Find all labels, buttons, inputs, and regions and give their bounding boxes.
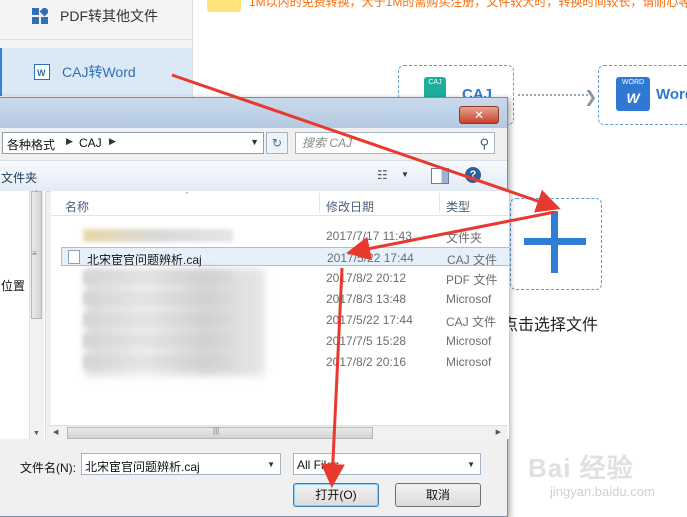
target-format-label: Word bbox=[656, 86, 687, 103]
column-divider[interactable] bbox=[439, 193, 440, 213]
open-button[interactable]: 打开(O) bbox=[293, 483, 379, 507]
chevron-down-icon[interactable]: ▼ bbox=[401, 170, 409, 179]
view-options-icon[interactable]: ☷ bbox=[377, 168, 388, 182]
search-box[interactable]: ⚲ bbox=[295, 132, 495, 154]
breadcrumb-separator-icon[interactable]: ▶ bbox=[109, 136, 116, 147]
file-type: Microsof bbox=[446, 292, 492, 306]
baidu-watermark: Bai 经验 jingyan.baidu.com bbox=[528, 448, 678, 506]
file-date: 2017/8/3 13:48 bbox=[326, 292, 407, 306]
sidebar-item-pdf-convert[interactable]: PDF转其他文件 bbox=[0, 0, 192, 40]
caj-badge-text: CAJ bbox=[428, 79, 442, 86]
flow-connector bbox=[518, 94, 588, 96]
chevron-down-icon[interactable]: ▼ bbox=[267, 460, 275, 469]
notice-text: 1M以内的免费转换，大于1M的需购买注册，文件较大时，转换时间较长，请耐心等 bbox=[249, 0, 687, 9]
close-button[interactable]: ✕ bbox=[459, 106, 499, 124]
document-icon bbox=[68, 250, 80, 264]
file-type: 文件夹 bbox=[446, 231, 483, 245]
file-date: 2017/8/2 20:12 bbox=[326, 271, 407, 285]
scroll-left-icon[interactable]: ◀ bbox=[53, 428, 58, 436]
add-file-label[interactable]: 点击选择文件 bbox=[502, 311, 598, 335]
refresh-button[interactable]: ↻ bbox=[266, 132, 288, 154]
dialog-titlebar[interactable]: ✕ bbox=[0, 98, 507, 128]
file-date: 2017/5/22 17:44 bbox=[326, 313, 413, 327]
word-file-icon: WORD W bbox=[616, 77, 650, 111]
search-input[interactable] bbox=[302, 135, 462, 151]
column-header-date[interactable]: 修改日期 bbox=[326, 198, 374, 215]
column-header-type[interactable]: 类型 bbox=[446, 198, 470, 215]
column-header-row: ⌃ 名称 修改日期 类型 bbox=[51, 191, 509, 216]
nav-vertical-scrollbar[interactable]: ▲ ≡ ▼ bbox=[29, 189, 44, 439]
word-badge-letter: W bbox=[626, 90, 640, 106]
app-sidebar: PDF转其他文件 W CAJ转Word bbox=[0, 0, 193, 100]
word-doc-icon: W bbox=[34, 64, 50, 80]
blurred-file-names bbox=[85, 268, 265, 376]
file-type-select[interactable]: All Files ▼ bbox=[293, 453, 481, 475]
address-bar[interactable]: 各种格式 ▶ CAJ ▶ ▼ bbox=[2, 132, 264, 154]
watermark-main: Bai 经验 bbox=[528, 453, 634, 483]
sidebar-item-label: CAJ转Word bbox=[62, 64, 136, 80]
file-type: Microsof bbox=[446, 334, 492, 348]
mascot-icon bbox=[207, 0, 241, 12]
file-date: 2017/7/17 11:43 bbox=[326, 229, 412, 243]
scroll-down-icon[interactable]: ▼ bbox=[33, 430, 40, 437]
watermark-sub: jingyan.baidu.com bbox=[550, 484, 655, 499]
scroll-grip-icon: ||| bbox=[213, 426, 220, 435]
search-icon[interactable]: ⚲ bbox=[479, 136, 489, 152]
filename-value[interactable]: 北宋宦官问题辨析.caj bbox=[85, 458, 200, 475]
svg-text:W: W bbox=[37, 68, 46, 78]
filename-field[interactable]: 北宋宦官问题辨析.caj ▼ bbox=[81, 453, 281, 475]
file-type-value[interactable]: All Files bbox=[297, 458, 339, 472]
file-row[interactable]: 2017/7/17 11:43 文件夹 bbox=[61, 226, 509, 245]
file-row-selected[interactable]: 北宋宦官问题辨析.caj 2017/5/22 17:44 CAJ 文件 bbox=[61, 247, 509, 267]
dialog-toolbar: 文件夹 ☷ ▼ ? bbox=[0, 160, 507, 192]
breadcrumb-item[interactable]: 各种格式 bbox=[7, 136, 55, 153]
file-list-horizontal-scrollbar[interactable]: ◀ ||| ▶ bbox=[47, 425, 507, 440]
file-type: CAJ 文件 bbox=[446, 315, 497, 329]
file-type: PDF 文件 bbox=[446, 273, 498, 287]
chevron-down-icon[interactable]: ▼ bbox=[250, 137, 259, 147]
cancel-button[interactable]: 取消 bbox=[395, 483, 481, 507]
plus-icon bbox=[524, 238, 586, 245]
sidebar-item-label: PDF转其他文件 bbox=[60, 7, 158, 24]
scroll-right-icon[interactable]: ▶ bbox=[496, 428, 501, 436]
breadcrumb-separator-icon[interactable]: ▶ bbox=[66, 136, 73, 147]
nav-item-location[interactable]: 位置 bbox=[1, 277, 25, 294]
file-type: CAJ 文件 bbox=[447, 253, 498, 267]
file-type: Microsof bbox=[446, 355, 492, 369]
blurred-file-name bbox=[83, 229, 233, 242]
help-icon[interactable]: ? bbox=[465, 167, 481, 183]
file-date: 2017/5/22 17:44 bbox=[327, 251, 414, 265]
filename-label: 文件名(N): bbox=[20, 461, 76, 475]
scrollbar-thumb[interactable] bbox=[67, 427, 373, 439]
breadcrumb-item[interactable]: CAJ bbox=[79, 136, 102, 150]
preview-pane-icon[interactable] bbox=[431, 168, 449, 184]
file-date: 2017/8/2 20:16 bbox=[326, 355, 407, 369]
column-header-name[interactable]: 名称 bbox=[65, 198, 89, 215]
file-date: 2017/7/5 15:28 bbox=[326, 334, 407, 348]
file-name: 北宋宦官问题辨析.caj bbox=[87, 253, 202, 267]
sidebar-item-caj-to-word[interactable]: W CAJ转Word bbox=[0, 48, 192, 96]
chevron-right-icon: ❯ bbox=[584, 89, 598, 106]
column-divider[interactable] bbox=[319, 193, 320, 213]
chevron-down-icon[interactable]: ▼ bbox=[467, 460, 475, 469]
scroll-grip-icon: ≡ bbox=[32, 249, 37, 258]
word-badge-text: WORD bbox=[621, 79, 645, 86]
organize-folder-label[interactable]: 文件夹 bbox=[1, 169, 37, 186]
grid-icon bbox=[32, 7, 48, 24]
sort-arrow-icon: ⌃ bbox=[184, 192, 190, 199]
